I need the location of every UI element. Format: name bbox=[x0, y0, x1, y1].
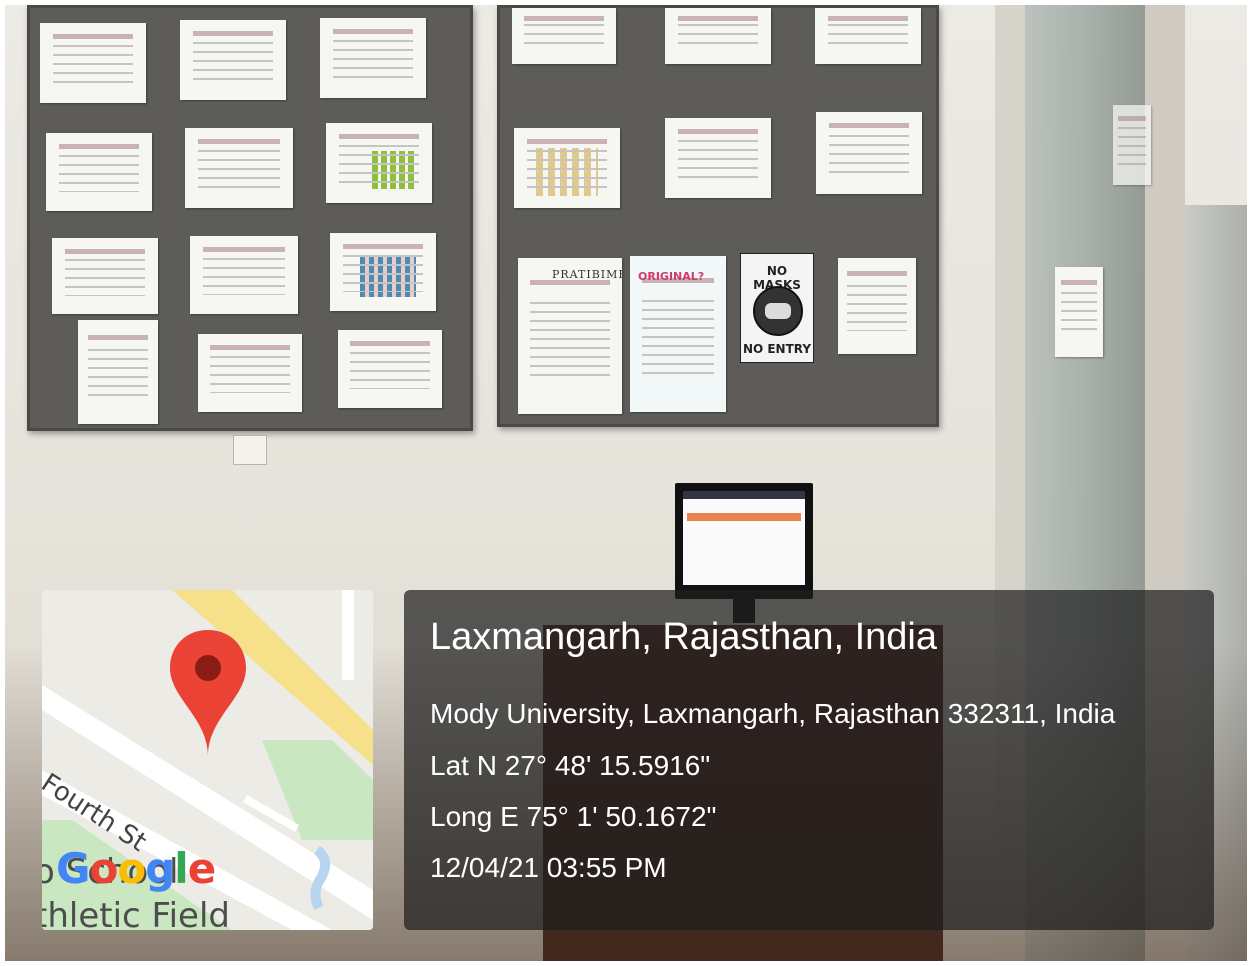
door-notice bbox=[1055, 267, 1103, 357]
newsletter-paper: PRATIBIMB bbox=[518, 258, 622, 414]
location-latitude: Lat N 27° 48' 15.5916" bbox=[430, 750, 711, 781]
pin-dot bbox=[195, 655, 221, 681]
monitor-screen bbox=[683, 491, 805, 585]
google-letter: l bbox=[174, 844, 188, 893]
notice-paper bbox=[190, 236, 298, 314]
bar-chart-thumbnail bbox=[536, 148, 598, 196]
notice-paper bbox=[665, 118, 771, 198]
notice-paper bbox=[815, 8, 921, 64]
wall-switch bbox=[233, 435, 267, 465]
google-letter: e bbox=[187, 844, 216, 893]
map-thumbnail[interactable]: Fourth St o School thletic Field Google bbox=[42, 590, 373, 930]
notice-paper bbox=[198, 334, 302, 412]
notice-paper bbox=[816, 112, 922, 194]
google-watermark: Google bbox=[56, 844, 216, 893]
google-letter: o bbox=[89, 844, 118, 893]
pin-body bbox=[170, 630, 246, 756]
notice-paper bbox=[185, 128, 293, 208]
map-field-label-bottom: thletic Field bbox=[42, 896, 230, 930]
notice-paper bbox=[46, 133, 152, 211]
bar-chart-thumbnail bbox=[372, 151, 414, 189]
location-datetime: 12/04/21 03:55 PM bbox=[430, 852, 667, 883]
door-notice bbox=[1113, 105, 1151, 185]
notice-paper bbox=[180, 20, 286, 100]
google-letter: G bbox=[56, 844, 90, 893]
notice-paper bbox=[78, 320, 158, 424]
notice-paper bbox=[838, 258, 916, 354]
map-pin-icon bbox=[170, 630, 246, 756]
location-info-panel: Laxmangarh, Rajasthan, India Mody Univer… bbox=[404, 590, 1214, 930]
notice-board-left bbox=[27, 5, 473, 431]
location-address: Mody University, Laxmangarh, Rajasthan 3… bbox=[430, 698, 1116, 729]
notice-paper bbox=[40, 23, 146, 103]
sign-bottom-text: NO ENTRY bbox=[742, 342, 812, 356]
location-longitude: Long E 75° 1' 50.1672" bbox=[430, 801, 717, 832]
mask-icon bbox=[753, 286, 803, 336]
notice-paper bbox=[338, 330, 442, 408]
newsletter-title: PRATIBIMB bbox=[552, 268, 622, 281]
computer-monitor bbox=[675, 483, 813, 599]
google-letter: o bbox=[117, 844, 146, 893]
notice-paper bbox=[52, 238, 158, 314]
no-masks-sign: NO MASKS NO ENTRY bbox=[740, 253, 814, 363]
notice-board-right: PRATIBIMB ORIGINAL? NO MASKS NO ENTRY bbox=[497, 5, 939, 427]
location-title: Laxmangarh, Rajasthan, India bbox=[430, 616, 937, 658]
poster-paper: ORIGINAL? bbox=[630, 256, 726, 412]
google-letter: g bbox=[145, 844, 175, 893]
notice-paper bbox=[326, 123, 432, 203]
notice-paper bbox=[320, 18, 426, 98]
bar-chart-thumbnail bbox=[360, 255, 416, 297]
notice-paper bbox=[514, 128, 620, 208]
notice-paper bbox=[665, 8, 771, 64]
notice-paper bbox=[512, 8, 616, 64]
notice-paper bbox=[330, 233, 436, 311]
poster-title: ORIGINAL? bbox=[638, 270, 705, 283]
